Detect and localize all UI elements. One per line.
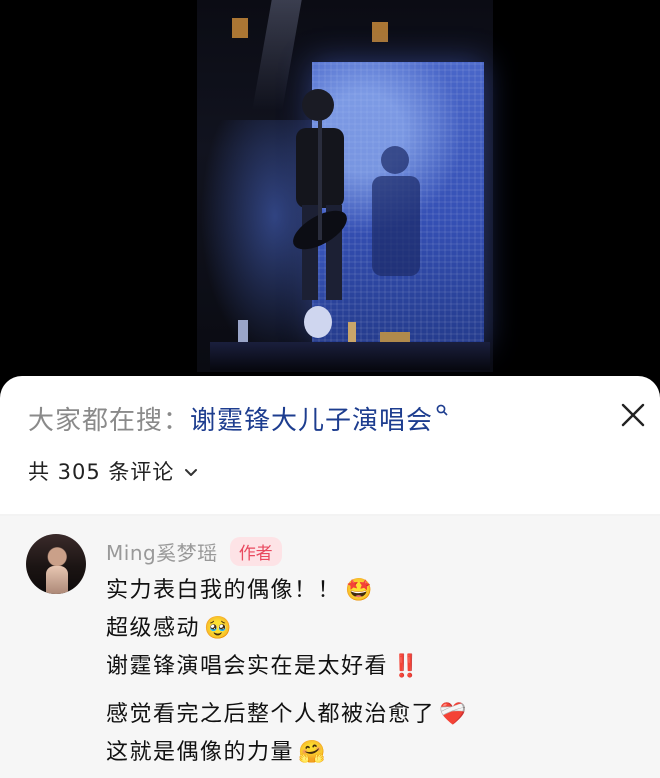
hugging-face-emoji-icon: 🤗 (298, 740, 327, 765)
chevron-down-icon (184, 459, 198, 483)
search-icon (436, 404, 448, 420)
double-exclamation-icon: ‼️ (392, 654, 421, 679)
comment-line-text: 实力表白我的偶像！！ (106, 578, 342, 603)
close-icon (621, 403, 645, 427)
concert-photo[interactable] (0, 0, 660, 380)
performer-figures (238, 89, 420, 352)
comment-line: 实力表白我的偶像！！ 🤩 (106, 572, 646, 610)
close-button[interactable] (616, 398, 650, 432)
teary-face-emoji-icon: 🥹 (204, 616, 233, 641)
trending-search-term[interactable]: 谢霆锋大儿子演唱会 (190, 400, 433, 437)
comment-body[interactable]: 实力表白我的偶像！！ 🤩 超级感动 🥹 谢霆锋演唱会实在是太好看 ‼️ 感觉看完… (106, 572, 646, 772)
comment-line: 谢霆锋演唱会实在是太好看 ‼️ (106, 648, 646, 686)
comment-line-text: 超级感动 (106, 616, 201, 641)
trending-search-bar[interactable]: 大家都在搜： 谢霆锋大儿子演唱会 (28, 398, 448, 438)
bandaged-heart-emoji-icon: ❤️‍🩹 (439, 702, 468, 727)
comment-author-row: Ming奚梦瑶 作者 (106, 536, 282, 566)
author-badge: 作者 (229, 536, 282, 566)
avatar[interactable] (26, 534, 86, 594)
trending-search-prefix: 大家都在搜： (28, 405, 191, 436)
comment-count-sort[interactable]: 共 305 条评论 (28, 456, 198, 486)
comment-line: 感觉看完之后整个人都被治愈了 ❤️‍🩹 (106, 696, 646, 734)
stage-floor (210, 342, 490, 370)
comment-line: 这就是偶像的力量 🤗 (106, 734, 646, 772)
comment-line-text: 感觉看完之后整个人都被治愈了 (106, 702, 436, 727)
comment-line-text: 这就是偶像的力量 (106, 740, 295, 765)
comment-line-text: 谢霆锋演唱会实在是太好看 (106, 654, 389, 679)
comment-count-label: 共 305 条评论 (28, 460, 175, 484)
star-eyes-emoji-icon: 🤩 (345, 578, 374, 603)
author-name[interactable]: Ming奚梦瑶 (106, 537, 218, 566)
comment-line: 超级感动 🥹 (106, 610, 646, 648)
